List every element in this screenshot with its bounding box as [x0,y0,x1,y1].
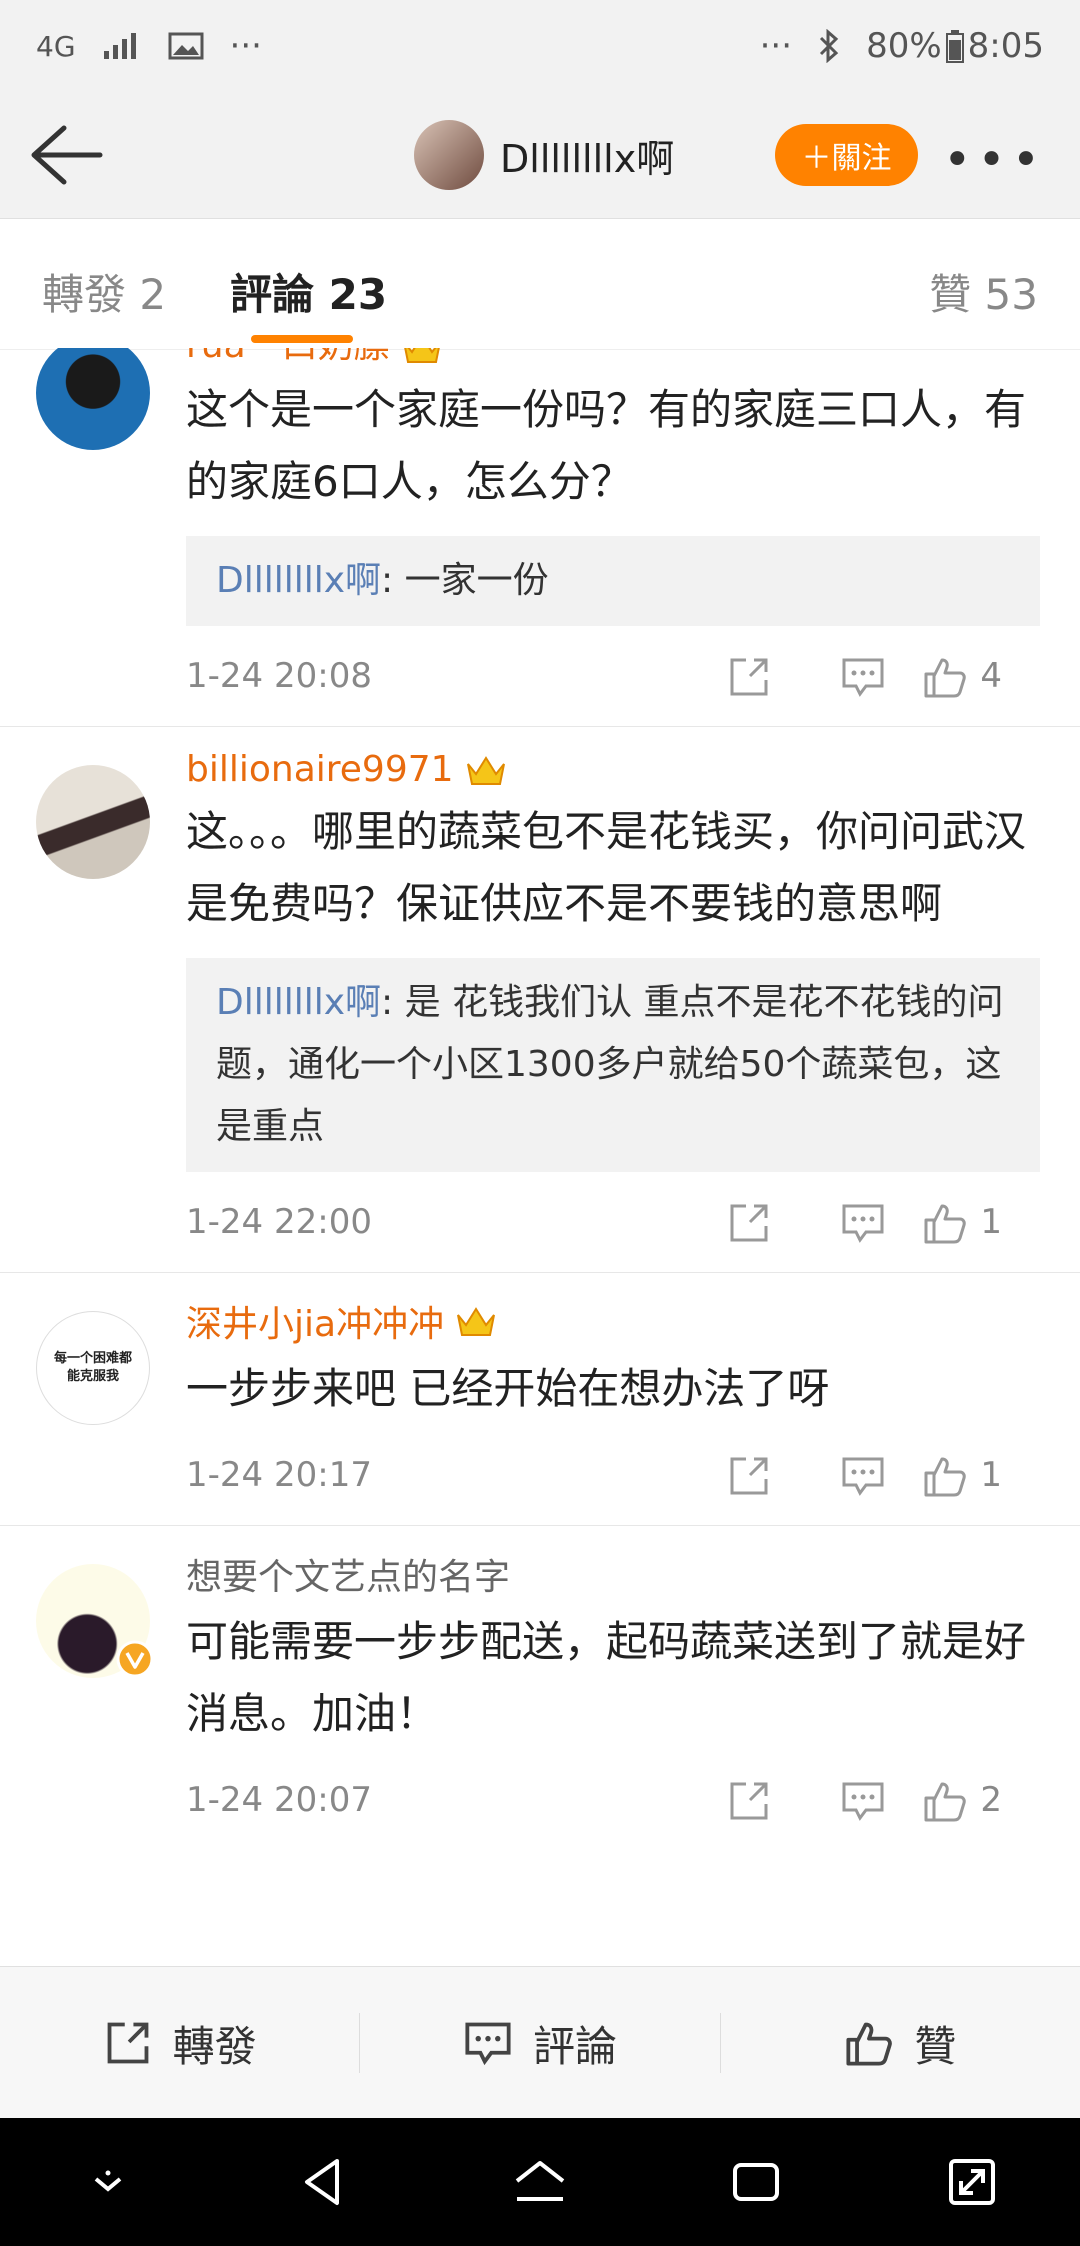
home-icon[interactable] [511,2153,569,2211]
verified-badge-icon [116,1640,154,1678]
battery-icon [945,30,964,63]
comment-text: 这个是一个家庭一份吗？有的家庭三口人，有的家庭6口人，怎么分？ [186,385,1027,506]
like-label: 贊 [914,2021,957,2071]
system-nav-bar [0,2118,1080,2246]
comment-time: 1-24 20:07 [186,1780,372,1820]
signal-icon [103,33,136,59]
commenter-avatar[interactable] [36,348,150,450]
comment-text: 可能需要一步步配送，起码蔬菜送到了就是好消息。加油！ [186,1617,1027,1738]
share-icon[interactable] [726,654,772,700]
share-icon[interactable] [726,1778,772,1824]
comment-item: 每一个困难都能克服我 深井小jia冲冲冲 一步步来吧 已经开始在想办法了呀 1-… [0,1273,1080,1526]
like-count: 2 [980,1780,1002,1820]
like-icon [846,2022,893,2066]
expand-icon[interactable] [943,2153,1001,2211]
reply-author[interactable]: Dllllllllx啊 [216,560,381,601]
crown-badge-icon [466,755,505,785]
reply-box[interactable]: Dllllllllx啊: 一家一份 [186,536,1040,626]
header-username[interactable]: Dllllllllx啊 [500,128,674,183]
comment-icon [465,2022,511,2066]
gallery-icon [168,32,204,60]
profile-header: Dllllllllx啊 ＋關注 ••• [0,92,1080,219]
share-icon[interactable] [726,1200,772,1246]
status-bar: 4G ··· ··· 80% 8:05 [0,0,1080,92]
comment-time: 1-24 22:00 [186,1202,372,1242]
like-count: 1 [980,1202,1002,1242]
repost-label: 轉發 [172,2021,257,2071]
comment-item: 想要个文艺点的名字 可能需要一步步配送，起码蔬菜送到了就是好消息。加油！ 1-2… [0,1526,1080,1850]
comment-icon[interactable] [840,1453,886,1499]
battery-percent: 80% [866,26,942,66]
status-overflow: ··· [229,26,262,66]
comment-time: 1-24 20:17 [186,1455,372,1495]
bottom-action-bar: 轉發 評論 贊 [0,1966,1080,2119]
repost-button[interactable]: 轉發 [0,2013,359,2074]
tab-comments[interactable]: 評論 23 [230,261,387,322]
bluetooth-icon [820,29,839,63]
commenter-name[interactable]: billionaire9971 [186,749,454,790]
follow-button[interactable]: ＋關注 [775,124,918,186]
network-type: 4G [36,29,76,63]
commenter-avatar[interactable] [36,765,150,879]
reply-text: : 一家一份 [381,560,549,601]
tab-bar: 轉發 2 評論 23 贊 53 [0,219,1080,350]
tab-reposts[interactable]: 轉發 2 [42,261,166,322]
chevron-down-icon[interactable] [79,2153,137,2211]
avatar-caption: 每一个困难都能克服我 [54,1351,133,1384]
back-nav-icon[interactable] [295,2153,353,2211]
reply-box[interactable]: Dllllllllx啊: 是 花钱我们认 重点不是花不花钱的问题，通化一个小区1… [186,958,1040,1172]
comment-icon[interactable] [840,1778,886,1824]
clock: 8:05 [967,26,1044,66]
tab-indicator [251,335,353,343]
like-icon[interactable] [922,654,968,700]
comment-time: 1-24 20:08 [186,656,372,696]
comment-button[interactable]: 評論 [360,2013,719,2074]
comment-list[interactable]: rua一口奶膘 这个是一个家庭一份吗？有的家庭三口人，有的家庭6口人，怎么分？ … [0,348,1080,1968]
comment-icon[interactable] [840,1200,886,1246]
crown-badge-icon [457,1307,496,1336]
comment-text: 一步步来吧 已经开始在想办法了呀 [186,1364,830,1413]
like-icon[interactable] [922,1453,968,1499]
commenter-name[interactable]: rua一口奶膘 [186,348,390,368]
commenter-name[interactable]: 深井小jia冲冲冲 [186,1295,444,1347]
comment-item: billionaire9971 这。。。哪里的蔬菜包不是花钱买，你问问武汉是免费… [0,727,1080,1273]
comment-text: 这。。。哪里的蔬菜包不是花钱买，你问问武汉是免费吗？保证供应不是不要钱的意思啊 [186,807,1027,928]
like-icon[interactable] [922,1778,968,1824]
commenter-name[interactable]: 想要个文艺点的名字 [186,1548,510,1600]
more-menu-icon[interactable]: ••• [943,132,1046,188]
like-icon[interactable] [922,1200,968,1246]
comment-label: 評論 [532,2021,617,2071]
commenter-avatar[interactable] [36,1564,154,1678]
share-icon[interactable] [726,1453,772,1499]
header-user[interactable]: Dllllllllx啊 [414,120,674,190]
crown-badge-icon [403,348,440,363]
status-overflow-right: ··· [759,26,793,66]
commenter-avatar[interactable]: 每一个困难都能克服我 [36,1311,150,1425]
back-arrow-icon[interactable] [28,122,104,188]
recent-apps-icon[interactable] [727,2153,785,2211]
like-button[interactable]: 贊 [721,2013,1080,2074]
reply-author[interactable]: Dllllllllx啊 [216,982,381,1023]
repost-icon [107,2022,149,2064]
like-count: 4 [980,656,1002,696]
comment-item: rua一口奶膘 这个是一个家庭一份吗？有的家庭三口人，有的家庭6口人，怎么分？ … [0,348,1080,727]
tab-likes[interactable]: 贊 53 [929,261,1038,322]
like-count: 1 [980,1455,1002,1495]
avatar[interactable] [414,120,484,190]
comment-icon[interactable] [840,654,886,700]
